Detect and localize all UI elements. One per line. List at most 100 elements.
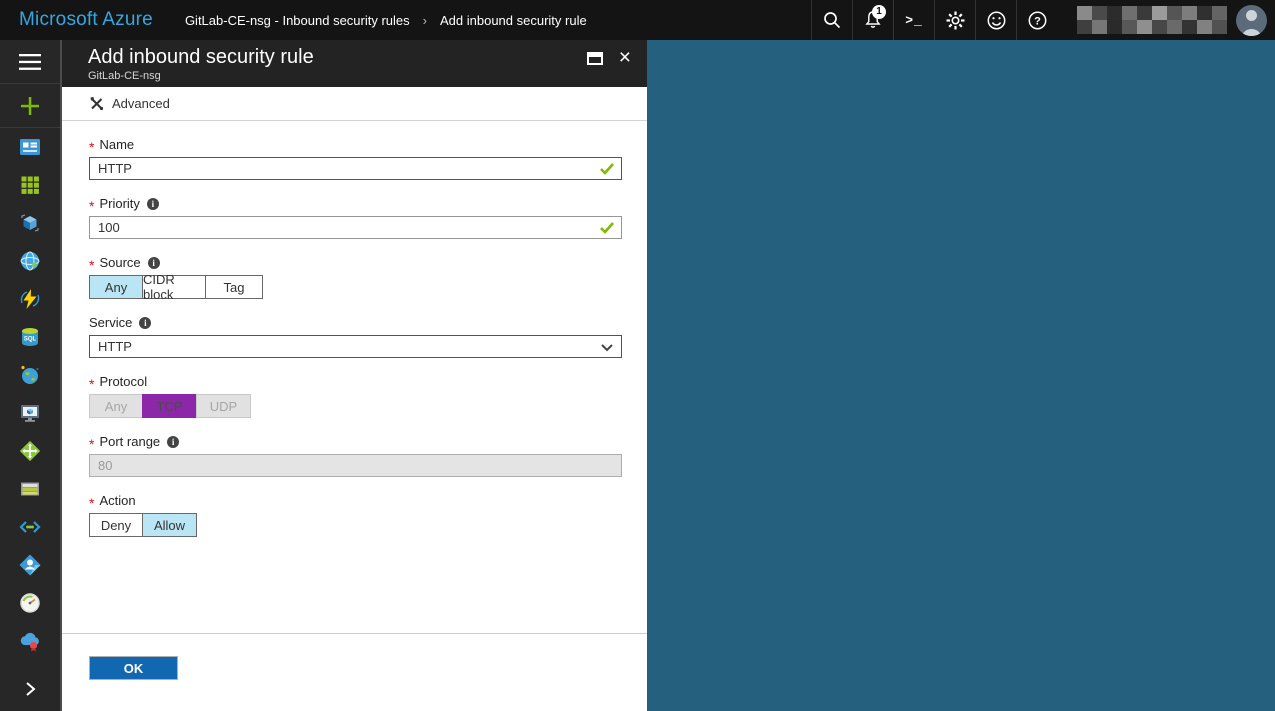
sidebar-item-app-services[interactable] bbox=[0, 242, 60, 280]
sidebar-item-virtual-networks[interactable] bbox=[0, 508, 60, 546]
protocol-option-udp: UDP bbox=[196, 394, 251, 418]
sidebar-item-sql-databases[interactable]: SQL bbox=[0, 318, 60, 356]
name-input[interactable]: HTTP bbox=[89, 157, 622, 180]
source-field: * Source i Any CIDR block Tag bbox=[89, 255, 624, 299]
sidebar-item-function-apps[interactable] bbox=[0, 280, 60, 318]
add-inbound-rule-blade: Add inbound security rule GitLab-CE-nsg … bbox=[60, 40, 647, 711]
port-range-label: * Port range i bbox=[89, 434, 624, 449]
sidebar-item-hamburger[interactable] bbox=[0, 40, 60, 84]
breadcrumb: GitLab-CE-nsg - Inbound security rules ›… bbox=[185, 13, 587, 28]
info-icon[interactable]: i bbox=[148, 257, 160, 269]
source-label: * Source i bbox=[89, 255, 624, 270]
service-field: Service i HTTP bbox=[89, 315, 624, 358]
dashboard-icon bbox=[18, 135, 42, 159]
virtual-machine-icon bbox=[18, 401, 42, 425]
user-account-redacted[interactable] bbox=[1077, 6, 1227, 34]
gear-icon bbox=[945, 10, 966, 31]
virtual-network-icon bbox=[18, 515, 42, 539]
storage-account-icon bbox=[18, 477, 42, 501]
tools-icon bbox=[89, 96, 104, 111]
sidebar-item-dashboard[interactable] bbox=[0, 128, 60, 166]
plus-icon bbox=[18, 94, 42, 118]
sidebar-item-all-resources[interactable] bbox=[0, 166, 60, 204]
protocol-toggle-group: Any TCP UDP bbox=[89, 394, 624, 418]
protocol-option-tcp: TCP bbox=[142, 394, 197, 418]
required-asterisk: * bbox=[89, 197, 94, 211]
advisor-cloud-icon bbox=[18, 629, 42, 653]
load-balancer-icon bbox=[18, 439, 42, 463]
priority-input[interactable]: 100 bbox=[89, 216, 622, 239]
top-bar: Microsoft Azure GitLab-CE-nsg - Inbound … bbox=[0, 0, 1275, 40]
svg-text:?: ? bbox=[1034, 15, 1041, 27]
info-icon[interactable]: i bbox=[147, 198, 159, 210]
service-dropdown[interactable]: HTTP bbox=[89, 335, 622, 358]
service-label: Service i bbox=[89, 315, 624, 330]
globe-icon bbox=[18, 249, 42, 273]
sidebar-spacer bbox=[0, 660, 60, 667]
help-icon: ? bbox=[1027, 10, 1048, 31]
sidebar-item-cosmos-db[interactable] bbox=[0, 356, 60, 394]
search-icon bbox=[822, 10, 842, 30]
sidebar-item-azure-active-directory[interactable] bbox=[0, 546, 60, 584]
sidebar-item-new-resource[interactable] bbox=[0, 84, 60, 128]
breadcrumb-item-nsg[interactable]: GitLab-CE-nsg - Inbound security rules bbox=[185, 13, 410, 28]
sidebar-item-virtual-machines[interactable] bbox=[0, 394, 60, 432]
source-option-any[interactable]: Any bbox=[89, 275, 143, 299]
help-button[interactable]: ? bbox=[1016, 0, 1057, 40]
grid-icon bbox=[18, 173, 42, 197]
feedback-button[interactable] bbox=[975, 0, 1016, 40]
action-option-allow[interactable]: Allow bbox=[142, 513, 197, 537]
cloud-shell-button[interactable]: >_ bbox=[893, 0, 934, 40]
source-toggle-group: Any CIDR block Tag bbox=[89, 275, 624, 299]
source-option-cidr[interactable]: CIDR block bbox=[142, 275, 206, 299]
chevron-down-icon bbox=[601, 344, 613, 352]
blade-footer: OK bbox=[62, 633, 647, 711]
required-asterisk: * bbox=[89, 375, 94, 389]
notification-badge: 1 bbox=[872, 5, 886, 19]
advanced-button[interactable]: Advanced bbox=[89, 96, 170, 111]
search-button[interactable] bbox=[811, 0, 852, 40]
sidebar-item-resource-groups[interactable] bbox=[0, 204, 60, 242]
settings-button[interactable] bbox=[934, 0, 975, 40]
priority-label: * Priority i bbox=[89, 196, 624, 211]
required-asterisk: * bbox=[89, 435, 94, 449]
active-directory-icon bbox=[18, 553, 42, 577]
avatar[interactable] bbox=[1236, 5, 1267, 36]
topbar-actions: 1 >_ ? bbox=[811, 0, 1275, 40]
blade-header: Add inbound security rule GitLab-CE-nsg … bbox=[62, 40, 647, 87]
maximize-icon[interactable] bbox=[587, 52, 603, 65]
avatar-head bbox=[1246, 10, 1257, 21]
chevron-right-icon bbox=[21, 680, 39, 698]
dashboard-background bbox=[647, 40, 1275, 711]
sidebar-item-storage-accounts[interactable] bbox=[0, 470, 60, 508]
azure-logo[interactable]: Microsoft Azure bbox=[19, 9, 153, 31]
protocol-field: * Protocol Any TCP UDP bbox=[89, 374, 624, 418]
close-icon[interactable]: × bbox=[619, 50, 631, 66]
blade-toolbar: Advanced bbox=[62, 87, 647, 121]
required-asterisk: * bbox=[89, 494, 94, 508]
blade-title: Add inbound security rule bbox=[88, 45, 647, 69]
source-option-tag[interactable]: Tag bbox=[205, 275, 263, 299]
info-icon[interactable]: i bbox=[139, 317, 151, 329]
sidebar-item-load-balancers[interactable] bbox=[0, 432, 60, 470]
priority-field: * Priority i 100 bbox=[89, 196, 624, 239]
name-label: * Name bbox=[89, 137, 624, 152]
ok-button[interactable]: OK bbox=[89, 656, 178, 680]
valid-check-icon bbox=[599, 162, 615, 176]
sidebar-item-monitor[interactable] bbox=[0, 584, 60, 622]
sidebar-item-expand[interactable] bbox=[0, 667, 60, 711]
cloud-shell-icon: >_ bbox=[905, 13, 923, 28]
blade-form: * Name HTTP * Priority i 100 * Source bbox=[62, 121, 647, 537]
blade-subtitle: GitLab-CE-nsg bbox=[88, 70, 647, 82]
info-icon[interactable]: i bbox=[167, 436, 179, 448]
name-field: * Name HTTP bbox=[89, 137, 624, 180]
breadcrumb-item-add-rule[interactable]: Add inbound security rule bbox=[440, 13, 587, 28]
valid-check-icon bbox=[599, 221, 615, 235]
sidebar-item-advisor[interactable] bbox=[0, 622, 60, 660]
cube-icon bbox=[18, 211, 42, 235]
notifications-button[interactable]: 1 bbox=[852, 0, 893, 40]
monitor-gauge-icon bbox=[18, 591, 42, 615]
sql-database-icon: SQL bbox=[18, 325, 42, 349]
action-option-deny[interactable]: Deny bbox=[89, 513, 143, 537]
action-toggle-group: Deny Allow bbox=[89, 513, 624, 537]
